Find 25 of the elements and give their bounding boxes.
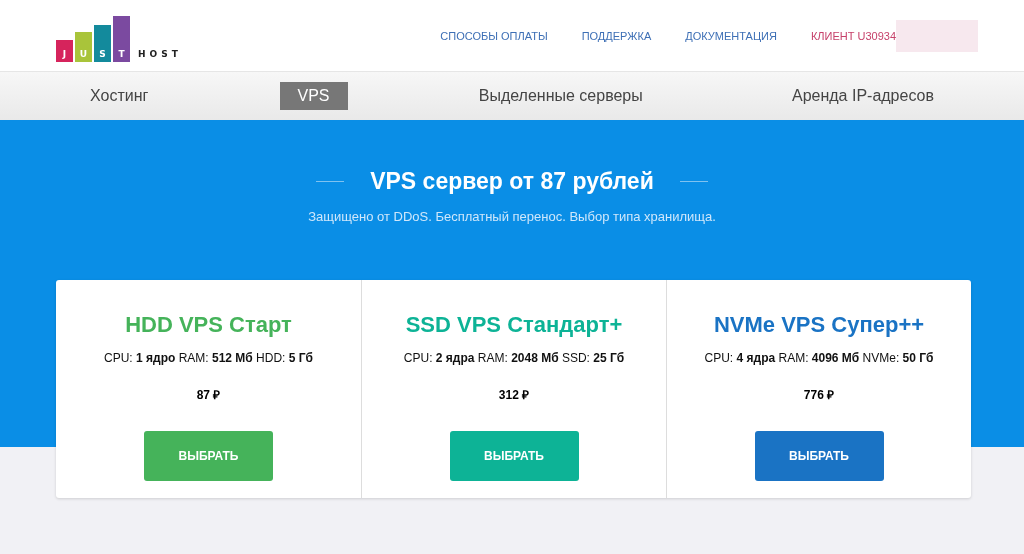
logo-text: HOST <box>138 48 182 61</box>
category-tab[interactable]: VPS <box>279 82 348 110</box>
account-link[interactable]: КЛИЕНТ U30934 <box>810 29 896 42</box>
category-tab[interactable]: Аренда IP-адресов <box>773 82 952 110</box>
plan-title: SSD VPS Стандарт+ <box>405 312 623 338</box>
logo-letter-block: J <box>56 39 73 62</box>
nav-link[interactable]: ДОКУМЕНТАЦИЯ <box>685 29 777 42</box>
hero-title: VPS сервер от 87 рублей <box>370 168 654 195</box>
choose-button[interactable]: ВЫБРАТЬ <box>754 431 884 481</box>
plan-price: 312 ₽ <box>498 387 530 403</box>
plan-specs: CPU: 4 ядра RAM: 4096 Мб NVMe: 50 Гб <box>704 351 934 365</box>
logo-letter-block: U <box>75 31 92 62</box>
logo-letter-block: T <box>113 15 130 62</box>
plan-price: 776 ₽ <box>803 387 835 403</box>
nav-link[interactable]: СПОСОБЫ ОПЛАТЫ <box>440 29 548 42</box>
logo-letter-block: S <box>94 24 111 62</box>
hero-subtitle: Защищено от DDoS. Бесплатный перенос. Выбор типа хранилища. <box>307 209 717 224</box>
plan-specs: CPU: 1 ядро RAM: 512 Мб HDD: 5 Гб <box>104 351 313 365</box>
plan-price: 87 ₽ <box>196 387 221 403</box>
plan-title: NVMe VPS Супер++ <box>713 312 925 338</box>
category-tab[interactable]: Выделенные серверы <box>460 82 661 110</box>
category-tab[interactable]: Хостинг <box>72 82 167 110</box>
plan-specs: CPU: 2 ядра RAM: 2048 Мб SSD: 25 Гб <box>403 351 625 365</box>
plan-title: HDD VPS Старт <box>125 312 292 338</box>
nav-link[interactable]: ПОДДЕРЖКА <box>581 29 652 42</box>
